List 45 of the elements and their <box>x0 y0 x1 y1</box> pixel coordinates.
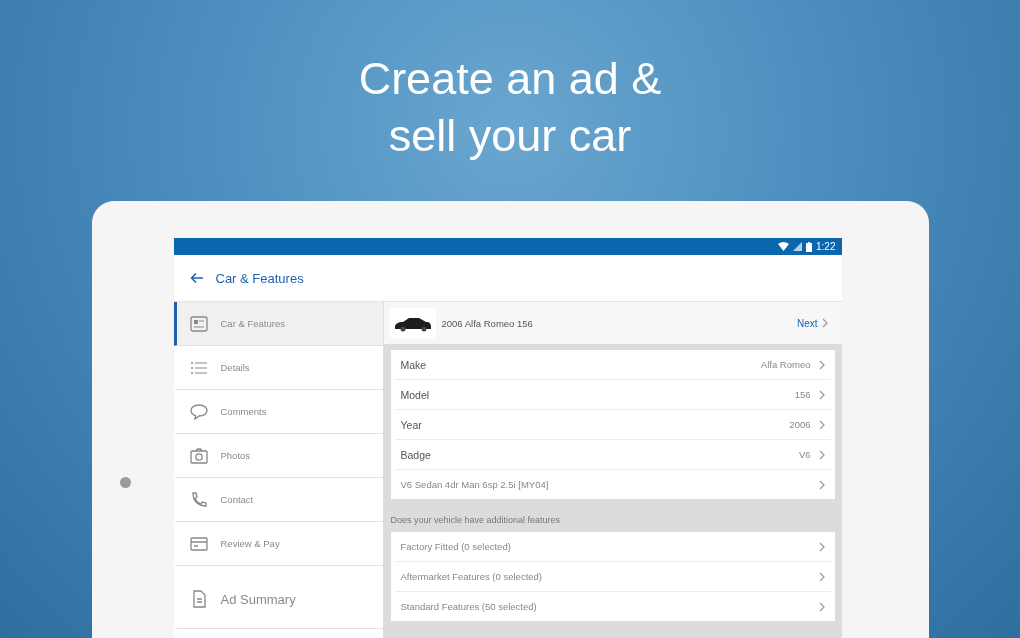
field-label: Model <box>400 388 431 401</box>
field-label: Year <box>400 418 423 431</box>
field-row[interactable]: Model 156 <box>394 380 831 410</box>
features-prompt: Does your vehicle have additional features <box>389 514 562 527</box>
speech-bubble-icon <box>188 401 209 422</box>
wifi-icon <box>778 242 790 251</box>
chevron-right-icon <box>818 571 825 582</box>
chevron-right-icon <box>818 389 825 400</box>
form-icon <box>188 313 209 334</box>
feature-label: Aftermarket Features (0 selected) <box>400 571 543 582</box>
feature-row[interactable]: Standard Features (50 selected) <box>394 592 831 621</box>
field-label: V6 Sedan 4dr Man 6sp 2.5i [MY04] <box>400 479 550 490</box>
camera-dot <box>119 477 131 488</box>
clock-time: 1:22 <box>816 241 836 252</box>
next-link[interactable]: Next <box>796 317 828 329</box>
feature-row[interactable]: Factory Fitted (0 selected) <box>394 532 831 562</box>
chevron-right-icon <box>818 419 825 430</box>
chevron-right-icon <box>818 359 825 370</box>
field-value: 2006 <box>789 419 811 430</box>
field-row[interactable]: Badge V6 <box>394 440 831 470</box>
chevron-right-icon <box>818 601 825 612</box>
vehicle-title: 2006 Alfa Romeo 156 <box>441 317 534 329</box>
feature-label: Standard Features (50 selected) <box>400 601 538 612</box>
headline: Create an ad & <box>358 52 662 106</box>
battery-icon <box>806 241 813 252</box>
field-row[interactable]: Make Alfa Romeo <box>394 350 831 380</box>
chevron-right-icon <box>818 479 825 490</box>
chevron-right-icon <box>818 449 825 460</box>
field-value: V6 <box>798 449 811 460</box>
back-arrow-icon[interactable] <box>189 272 204 284</box>
chevron-right-icon <box>821 318 828 328</box>
sidebar-item[interactable]: Car & Features <box>173 302 383 346</box>
field-value: 156 <box>794 389 811 400</box>
field-row[interactable]: V6 Sedan 4dr Man 6sp 2.5i [MY04] <box>394 470 831 499</box>
screen-title: Car & Features <box>215 270 304 286</box>
headline: sell your car <box>388 109 632 163</box>
field-label: Make <box>400 358 428 371</box>
feature-row[interactable]: Aftermarket Features (0 selected) <box>394 562 831 592</box>
field-label: Badge <box>400 448 432 461</box>
signal-icon <box>793 242 803 251</box>
field-value: Alfa Romeo <box>760 359 811 370</box>
feature-label: Factory Fitted (0 selected) <box>400 541 512 552</box>
chevron-right-icon <box>818 541 825 552</box>
camera-icon <box>188 445 209 466</box>
field-row[interactable]: Year 2006 <box>394 410 831 440</box>
